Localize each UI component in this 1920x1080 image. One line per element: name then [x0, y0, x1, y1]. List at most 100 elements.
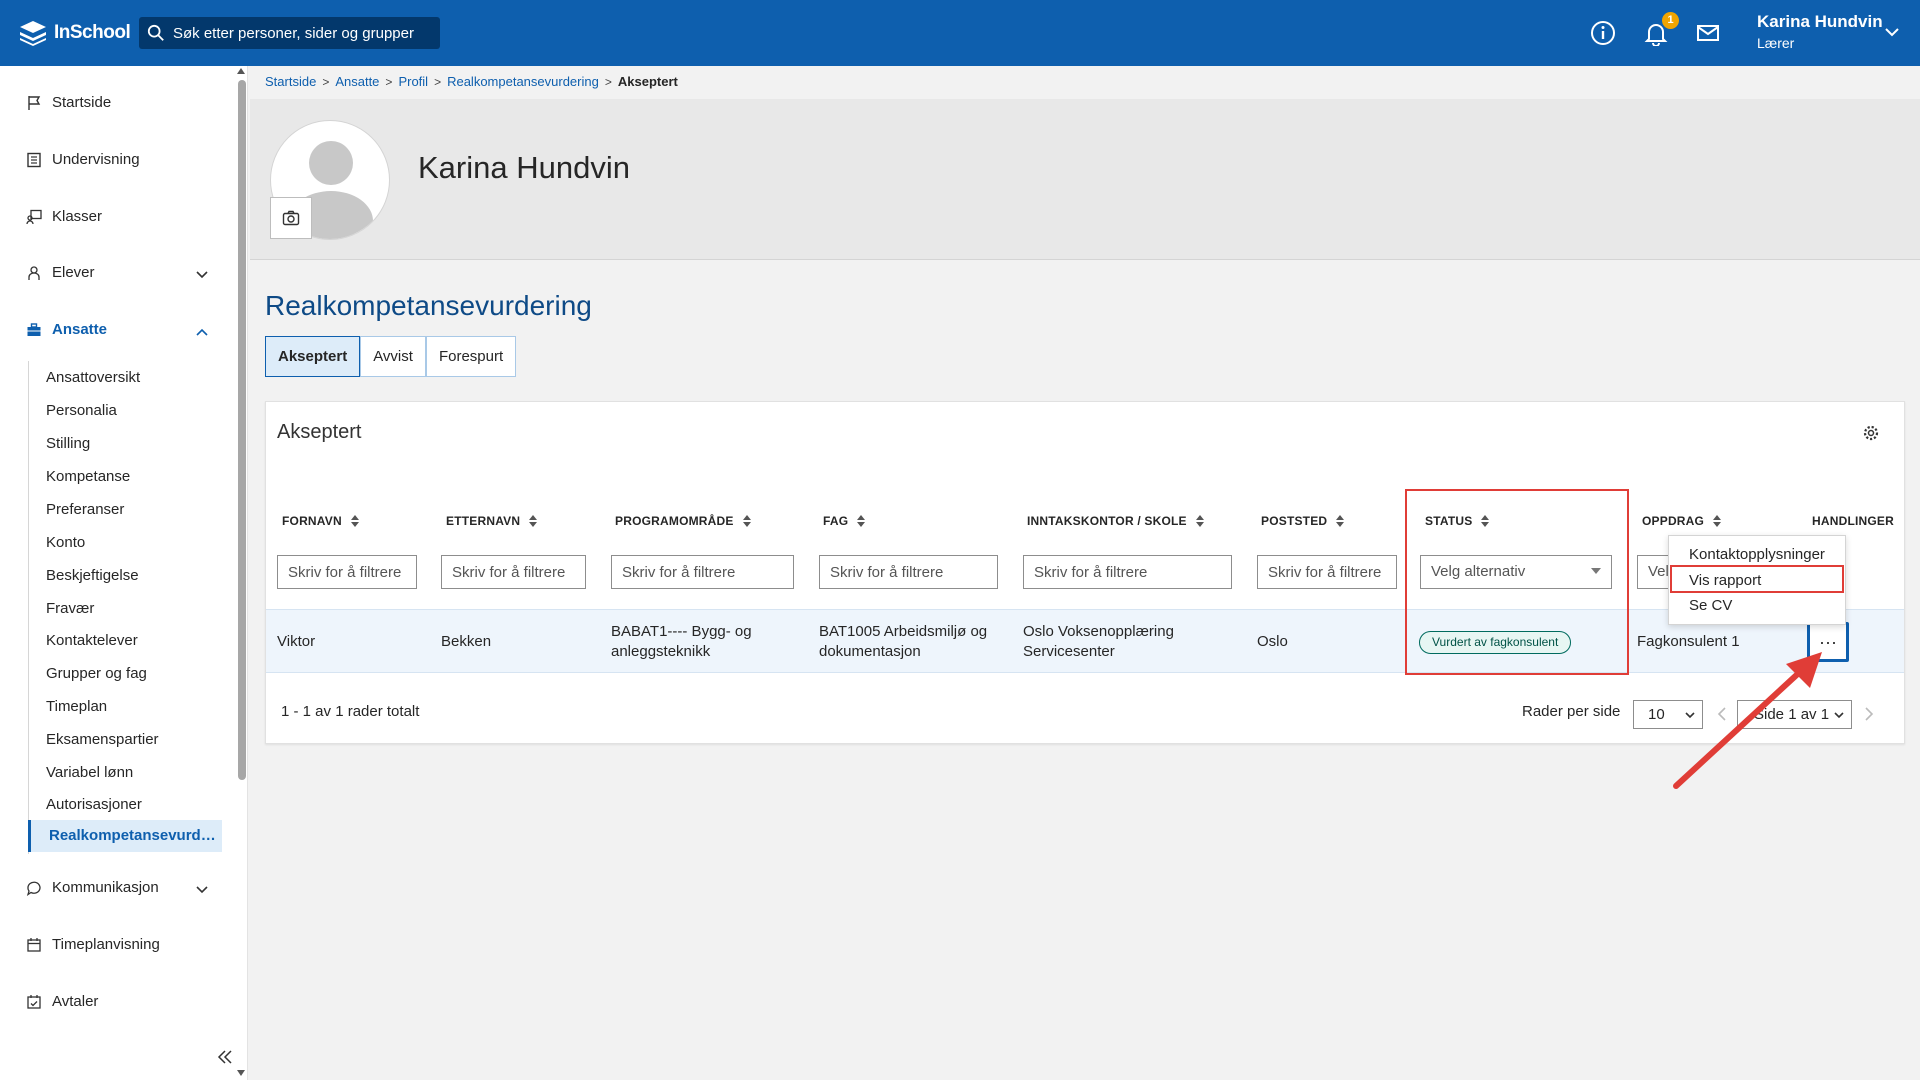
status-tabs: Akseptert Avvist Forespurt	[265, 336, 517, 377]
chat-icon	[26, 881, 41, 896]
sidebar-item-ansatte[interactable]: Ansatte	[26, 321, 107, 338]
column-header-fornavn[interactable]: FORNAVN	[282, 514, 360, 528]
menu-item-kontaktopplysninger[interactable]: Kontaktopplysninger	[1689, 546, 1825, 563]
column-header-label: INNTAKSKONTOR / SKOLE	[1027, 514, 1187, 528]
sidebar-item-label: Startside	[52, 94, 112, 111]
book-icon	[27, 152, 41, 167]
breadcrumb-link[interactable]: Realkompetansevurdering	[447, 74, 599, 89]
filter-fornavn[interactable]	[277, 555, 417, 589]
sort-icon[interactable]	[1712, 514, 1722, 528]
annotation-arrow-icon	[1673, 652, 1822, 789]
sort-icon[interactable]	[856, 514, 866, 528]
classroom-icon	[26, 209, 42, 224]
mail-icon[interactable]	[1695, 20, 1721, 46]
page-title: Realkompetansevurdering	[265, 290, 592, 321]
chevron-down-icon[interactable]	[194, 267, 210, 283]
search-input[interactable]	[173, 24, 423, 42]
submenu-item[interactable]: Preferanser	[46, 501, 124, 518]
sidebar-item-elever[interactable]: Elever	[26, 264, 95, 281]
chevron-up-icon[interactable]	[194, 324, 210, 340]
card-title: Akseptert	[277, 421, 362, 443]
gear-icon[interactable]	[1862, 424, 1880, 442]
submenu-item[interactable]: Personalia	[46, 402, 117, 419]
submenu-item[interactable]: Timeplan	[46, 698, 107, 715]
sidebar-item-label: Elever	[52, 264, 95, 281]
tab-akseptert[interactable]: Akseptert	[265, 336, 361, 377]
notification-badge: 1	[1662, 12, 1679, 29]
scrollbar-thumb[interactable]	[238, 80, 246, 780]
submenu-item[interactable]: Variabel lønn	[46, 764, 133, 781]
column-header-etternavn[interactable]: ETTERNAVN	[446, 514, 538, 528]
breadcrumb-link[interactable]: Profil	[398, 74, 428, 89]
sidebar-item-label: Undervisning	[52, 151, 140, 168]
sidebar-item-undervisning[interactable]: Undervisning	[26, 151, 140, 168]
sidebar-item-avtaler[interactable]: Avtaler	[26, 993, 98, 1010]
submenu-item[interactable]: Fravær	[46, 600, 94, 617]
submenu-line	[28, 361, 29, 854]
menu-item-se-cv[interactable]: Se CV	[1689, 597, 1732, 614]
column-header-label: FAG	[823, 514, 849, 528]
sidebar-item-kommunikasjon[interactable]: Kommunikasjon	[26, 879, 159, 896]
info-icon[interactable]	[1590, 20, 1616, 46]
submenu-item[interactable]: Autorisasjoner	[46, 796, 142, 813]
filter-skole[interactable]	[1023, 555, 1232, 589]
submenu-item[interactable]: Konto	[46, 534, 85, 551]
filter-poststed[interactable]	[1257, 555, 1397, 589]
cell-fornavn: Viktor	[277, 633, 316, 650]
sidebar-item-label: Avtaler	[52, 993, 99, 1010]
sort-icon[interactable]	[1335, 514, 1345, 528]
chevron-down-icon[interactable]	[1884, 24, 1900, 40]
change-photo-button[interactable]	[270, 197, 312, 239]
calendar-check-icon	[27, 994, 41, 1009]
sidebar-item-timeplanvisning[interactable]: Timeplanvisning	[26, 936, 160, 953]
tab-avvist[interactable]: Avvist	[360, 336, 426, 377]
column-header-label: POSTSTED	[1261, 514, 1328, 528]
submenu-item[interactable]: Grupper og fag	[46, 665, 147, 682]
filter-fag[interactable]	[819, 555, 998, 589]
column-header-skole[interactable]: INNTAKSKONTOR / SKOLE	[1027, 514, 1205, 528]
sort-icon[interactable]	[1195, 514, 1205, 528]
sidebar-item-startside[interactable]: Startside	[26, 94, 111, 111]
cell-fag: BAT1005 Arbeidsmiljø og dokumentasjon	[819, 623, 988, 660]
sort-icon[interactable]	[350, 514, 360, 528]
logo-text: InSchool	[54, 22, 131, 43]
user-menu[interactable]: Karina Hundvin Lærer	[1757, 12, 1883, 51]
filter-etternavn[interactable]	[441, 555, 586, 589]
submenu-item-active[interactable]: Realkompetansevurdering	[28, 820, 222, 852]
submenu-item[interactable]: Kontaktelever	[46, 632, 138, 649]
menu-highlight-box	[1670, 565, 1844, 593]
top-bar: InSchool 1 Karina Hundvin Lærer	[0, 0, 1920, 66]
profile-name: Karina Hundvin	[418, 150, 630, 185]
chevron-down-icon[interactable]	[194, 882, 210, 898]
column-header-programomrade[interactable]: PROGRAMOMRÅDE	[615, 514, 752, 528]
column-header-fag[interactable]: FAG	[823, 514, 866, 528]
submenu-item[interactable]: Stilling	[46, 435, 90, 452]
column-header-label: ETTERNAVN	[446, 514, 521, 528]
breadcrumb-current: Akseptert	[617, 74, 678, 89]
submenu-item[interactable]: Ansattoversikt	[46, 369, 140, 386]
user-name: Karina Hundvin	[1757, 12, 1883, 31]
sort-icon[interactable]	[742, 514, 752, 528]
cell-skole: Oslo Voksenopplæring Servicesenter	[1023, 623, 1174, 660]
collapse-sidebar-icon[interactable]	[216, 1048, 234, 1066]
column-header-oppdrag[interactable]: OPPDRAG	[1642, 514, 1722, 528]
search-box[interactable]	[139, 17, 440, 49]
filter-programomrade[interactable]	[611, 555, 794, 589]
submenu-item[interactable]: Kompetanse	[46, 468, 130, 485]
tab-forespurt[interactable]: Forespurt	[425, 336, 517, 377]
column-header-poststed[interactable]: POSTSTED	[1261, 514, 1345, 528]
breadcrumb-link[interactable]: Startside	[265, 74, 316, 89]
submenu-item[interactable]: Eksamenspartier	[46, 731, 159, 748]
column-header-label: OPPDRAG	[1642, 514, 1705, 528]
sidebar-item-klasser[interactable]: Klasser	[26, 208, 102, 225]
select-placeholder: Vel	[1648, 563, 1669, 580]
chevron-right-icon[interactable]	[1862, 706, 1876, 722]
breadcrumb-link[interactable]: Ansatte	[335, 74, 379, 89]
sort-icon[interactable]	[528, 514, 538, 528]
breadcrumb: Startside > Ansatte > Profil > Realkompetan…	[265, 74, 678, 89]
cell-etternavn: Bekken	[441, 633, 492, 650]
column-header-handlinger: HANDLINGER	[1812, 514, 1894, 528]
students-icon	[28, 265, 40, 280]
inschool-logo[interactable]: InSchool	[18, 18, 131, 48]
submenu-item[interactable]: Beskjeftigelse	[46, 567, 139, 584]
